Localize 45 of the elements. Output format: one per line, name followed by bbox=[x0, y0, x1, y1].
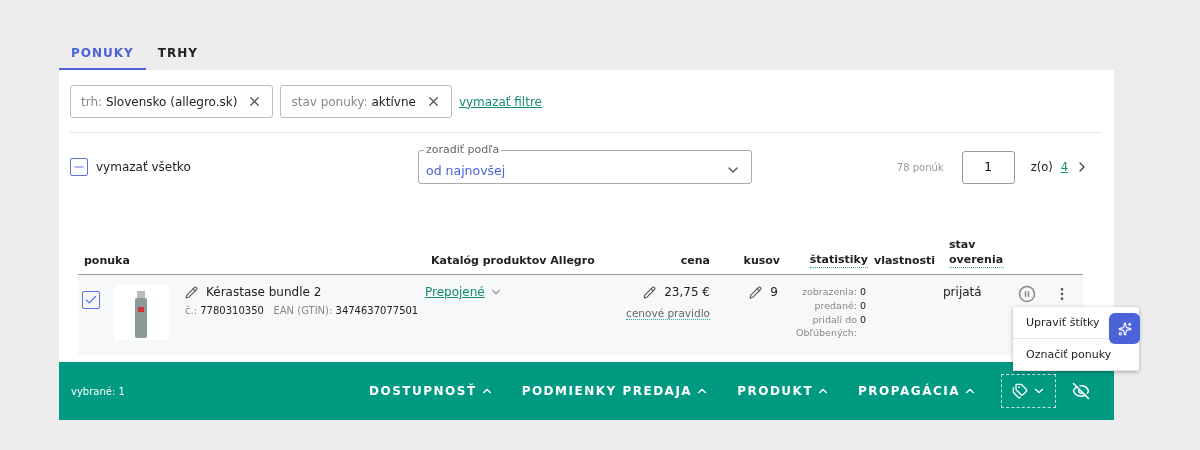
column-header: cena bbox=[680, 253, 710, 268]
column-header: Katalóg produktov Allegro bbox=[431, 253, 595, 268]
bar-menu[interactable]: DOSTUPNOSŤ bbox=[363, 383, 500, 399]
stat-text: zobrazenia: 0 bbox=[800, 285, 868, 299]
filter-text: stav ponuky: aktívne bbox=[291, 94, 416, 109]
tag-icon bbox=[1011, 383, 1028, 399]
column-header: stav overenia bbox=[949, 238, 1004, 268]
sparkle-icon bbox=[1117, 321, 1132, 336]
column-header: ponuka bbox=[84, 253, 130, 268]
tags-button[interactable] bbox=[1001, 374, 1056, 408]
bar-menu[interactable]: PRODUKT bbox=[731, 383, 837, 399]
pause-icon[interactable] bbox=[1018, 285, 1036, 303]
select-all-label: vymazať všetko bbox=[96, 160, 191, 174]
column-header: vlastnosti bbox=[874, 253, 936, 268]
catalog-link[interactable]: Prepojené bbox=[425, 285, 485, 299]
stat-text: predané: 0 bbox=[813, 298, 868, 313]
offer-count: 78 ponúk bbox=[896, 161, 944, 173]
edit-icon[interactable] bbox=[643, 285, 657, 299]
page-input[interactable]: 1 bbox=[961, 150, 1015, 184]
menu-item[interactable]: Označiť ponuky bbox=[1026, 348, 1112, 361]
tab[interactable]: TRHY bbox=[145, 38, 210, 70]
offer-title: Kérastase bundle 2 bbox=[206, 285, 322, 299]
quantity: 9 bbox=[770, 285, 778, 299]
last-page-link[interactable]: 4 bbox=[1060, 160, 1068, 174]
check-icon bbox=[84, 293, 98, 307]
row-checkbox[interactable] bbox=[82, 291, 100, 309]
price: 23,75 € bbox=[664, 285, 710, 299]
bar-menu[interactable]: PROPAGÁCIA bbox=[852, 383, 983, 399]
filter-text: trh: Slovensko (allegro.sk) bbox=[81, 94, 238, 109]
bar-menu[interactable]: PODMIENKY PREDAJA bbox=[515, 383, 716, 399]
status: prijatá bbox=[943, 285, 982, 299]
clear-filters-link[interactable]: vymazať filtre bbox=[458, 94, 542, 109]
sparkle-button[interactable] bbox=[1109, 313, 1140, 344]
column-header: štatistiky bbox=[809, 252, 868, 268]
filter-chip[interactable]: trh: Slovensko (allegro.sk) bbox=[70, 85, 274, 118]
column-header: kusov bbox=[743, 253, 780, 268]
edit-icon[interactable] bbox=[185, 285, 198, 299]
page-of-label: z(o) bbox=[1030, 160, 1053, 174]
select-all-checkbox[interactable] bbox=[70, 158, 88, 176]
offer-ids: č.: 7780310350 EAN (GTIN): 3474637077501 bbox=[185, 305, 419, 316]
edit-icon[interactable] bbox=[749, 285, 763, 299]
selected-count: vybrané: 1 bbox=[71, 385, 125, 397]
menu-item[interactable]: Upraviť štítky bbox=[1026, 316, 1100, 329]
filter-chip[interactable]: stav ponuky: aktívne bbox=[280, 85, 452, 118]
stat-text: pridali do Obľúbených: 0 bbox=[794, 312, 868, 341]
